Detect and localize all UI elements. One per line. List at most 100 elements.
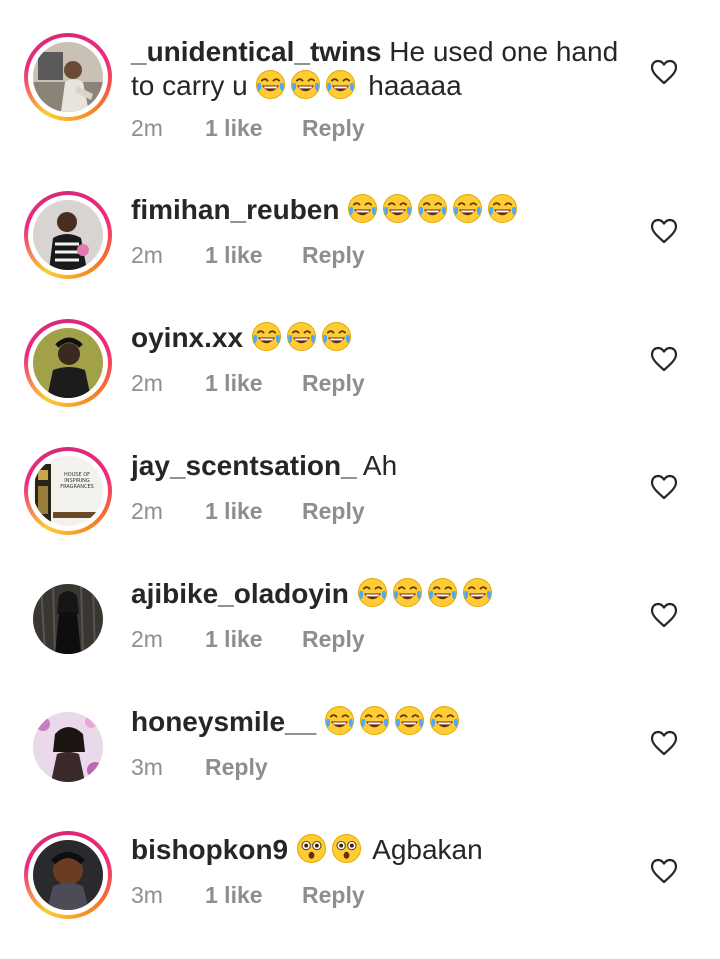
comment-username[interactable]: ajibike_oladoyin: [131, 578, 349, 609]
comment-text: _unidentical_twins He used one hand to c…: [131, 35, 641, 103]
face-with-tears-of-joy-emoji: [357, 577, 388, 608]
reply-button[interactable]: Reply: [302, 624, 365, 654]
heart-outline-icon[interactable]: [650, 59, 678, 85]
comment-text: ajibike_oladoyin: [131, 577, 641, 611]
avatar-image: [33, 840, 103, 910]
reply-button[interactable]: Reply: [205, 752, 268, 782]
face-with-tears-of-joy-emoji: [462, 577, 493, 608]
comment-meta: 2m 1 like Reply: [131, 496, 365, 526]
comment-time: 2m: [131, 115, 163, 141]
face-with-tears-of-joy-emoji: [427, 577, 458, 608]
comment-text: fimihan_reuben: [131, 193, 641, 227]
emoji-row: [347, 193, 522, 225]
comment-text: bishopkon9 Agbakan: [131, 833, 641, 867]
avatar-image: [33, 200, 103, 270]
comment-username[interactable]: bishopkon9: [131, 834, 288, 865]
face-with-tears-of-joy-emoji: [321, 321, 352, 352]
face-with-tears-of-joy-emoji: [286, 321, 317, 352]
comment-username[interactable]: _unidentical_twins: [131, 36, 382, 67]
comment-username[interactable]: oyinx.xx: [131, 322, 243, 353]
comment-text: jay_scentsation_ Ah: [131, 449, 641, 483]
comment-time: 3m: [131, 754, 163, 780]
heart-outline-icon[interactable]: [650, 346, 678, 372]
avatar[interactable]: [24, 575, 112, 663]
comment-item: _unidentical_twins He used one hand to c…: [0, 33, 720, 161]
comment-meta: 2m 1 like Reply: [131, 240, 365, 270]
face-with-tears-of-joy-emoji: [324, 705, 355, 736]
emoji-row: [255, 69, 360, 101]
face-with-tears-of-joy-emoji: [394, 705, 425, 736]
face-with-tears-of-joy-emoji: [487, 193, 518, 224]
heart-outline-icon[interactable]: [650, 730, 678, 756]
heart-outline-icon[interactable]: [650, 602, 678, 628]
comment-meta: 2m 1 like Reply: [131, 113, 365, 143]
astonished-face-emoji: [331, 833, 362, 864]
avatar-image: HOUSE OF INSPIRING FRAGRANCES: [33, 456, 103, 526]
comment-item: HOUSE OF INSPIRING FRAGRANCES jay_scents…: [0, 447, 720, 575]
comment-body: Ah: [362, 450, 398, 481]
avatar[interactable]: [24, 319, 112, 407]
face-with-tears-of-joy-emoji: [359, 705, 390, 736]
avatar[interactable]: [24, 703, 112, 791]
comment-time: 2m: [131, 370, 163, 396]
avatar-image: [33, 712, 103, 782]
face-with-tears-of-joy-emoji: [255, 69, 286, 100]
emoji-row: [357, 577, 497, 609]
face-with-tears-of-joy-emoji: [382, 193, 413, 224]
comment-meta: 2m 1 like Reply: [131, 368, 365, 398]
comment-username[interactable]: fimihan_reuben: [131, 194, 339, 225]
avatar-image: [33, 328, 103, 398]
comment-time: 3m: [131, 882, 163, 908]
comment-meta: 2m 1 like Reply: [131, 624, 365, 654]
comment-item: fimihan_reuben 2m 1 like Reply: [0, 191, 720, 319]
face-with-tears-of-joy-emoji: [325, 69, 356, 100]
likes-count[interactable]: 1 like: [205, 113, 302, 143]
reply-button[interactable]: Reply: [302, 113, 365, 143]
comment-meta: 3m Reply: [131, 752, 268, 782]
avatar[interactable]: [24, 33, 112, 121]
avatar[interactable]: HOUSE OF INSPIRING FRAGRANCES: [24, 447, 112, 535]
avatar-image: [33, 584, 103, 654]
emoji-row: [296, 833, 366, 865]
comment-text: oyinx.xx: [131, 321, 641, 355]
comment-item: bishopkon9 Agbakan 3m 1 like Reply: [0, 831, 720, 959]
face-with-tears-of-joy-emoji: [290, 69, 321, 100]
heart-outline-icon[interactable]: [650, 474, 678, 500]
avatar[interactable]: [24, 831, 112, 919]
comment-time: 2m: [131, 498, 163, 524]
face-with-tears-of-joy-emoji: [251, 321, 282, 352]
emoji-row: [251, 321, 356, 353]
comment-body-after: haaaaa: [368, 70, 462, 101]
comment-item: ajibike_oladoyin 2m 1 like Reply: [0, 575, 720, 703]
reply-button[interactable]: Reply: [302, 880, 365, 910]
comment-item: honeysmile__ 3m Reply: [0, 703, 720, 831]
heart-outline-icon[interactable]: [650, 858, 678, 884]
likes-count[interactable]: 1 like: [205, 368, 302, 398]
comment-username[interactable]: jay_scentsation_: [131, 450, 357, 481]
heart-outline-icon[interactable]: [650, 218, 678, 244]
comment-time: 2m: [131, 626, 163, 652]
face-with-tears-of-joy-emoji: [417, 193, 448, 224]
emoji-row: [324, 705, 464, 737]
comment-meta: 3m 1 like Reply: [131, 880, 365, 910]
face-with-tears-of-joy-emoji: [392, 577, 423, 608]
reply-button[interactable]: Reply: [302, 368, 365, 398]
avatar[interactable]: [24, 191, 112, 279]
likes-count[interactable]: 1 like: [205, 624, 302, 654]
likes-count[interactable]: 1 like: [205, 240, 302, 270]
comment-item: oyinx.xx 2m 1 like Reply: [0, 319, 720, 447]
avatar-image: [33, 42, 103, 112]
reply-button[interactable]: Reply: [302, 240, 365, 270]
likes-count[interactable]: 1 like: [205, 496, 302, 526]
face-with-tears-of-joy-emoji: [429, 705, 460, 736]
avatar-caption: HOUSE OF INSPIRING FRAGRANCES: [60, 472, 94, 490]
comment-text: honeysmile__: [131, 705, 641, 739]
face-with-tears-of-joy-emoji: [452, 193, 483, 224]
astonished-face-emoji: [296, 833, 327, 864]
comment-time: 2m: [131, 242, 163, 268]
face-with-tears-of-joy-emoji: [347, 193, 378, 224]
reply-button[interactable]: Reply: [302, 496, 365, 526]
likes-count[interactable]: 1 like: [205, 880, 302, 910]
comment-body-after: Agbakan: [372, 834, 483, 865]
comment-username[interactable]: honeysmile__: [131, 706, 316, 737]
